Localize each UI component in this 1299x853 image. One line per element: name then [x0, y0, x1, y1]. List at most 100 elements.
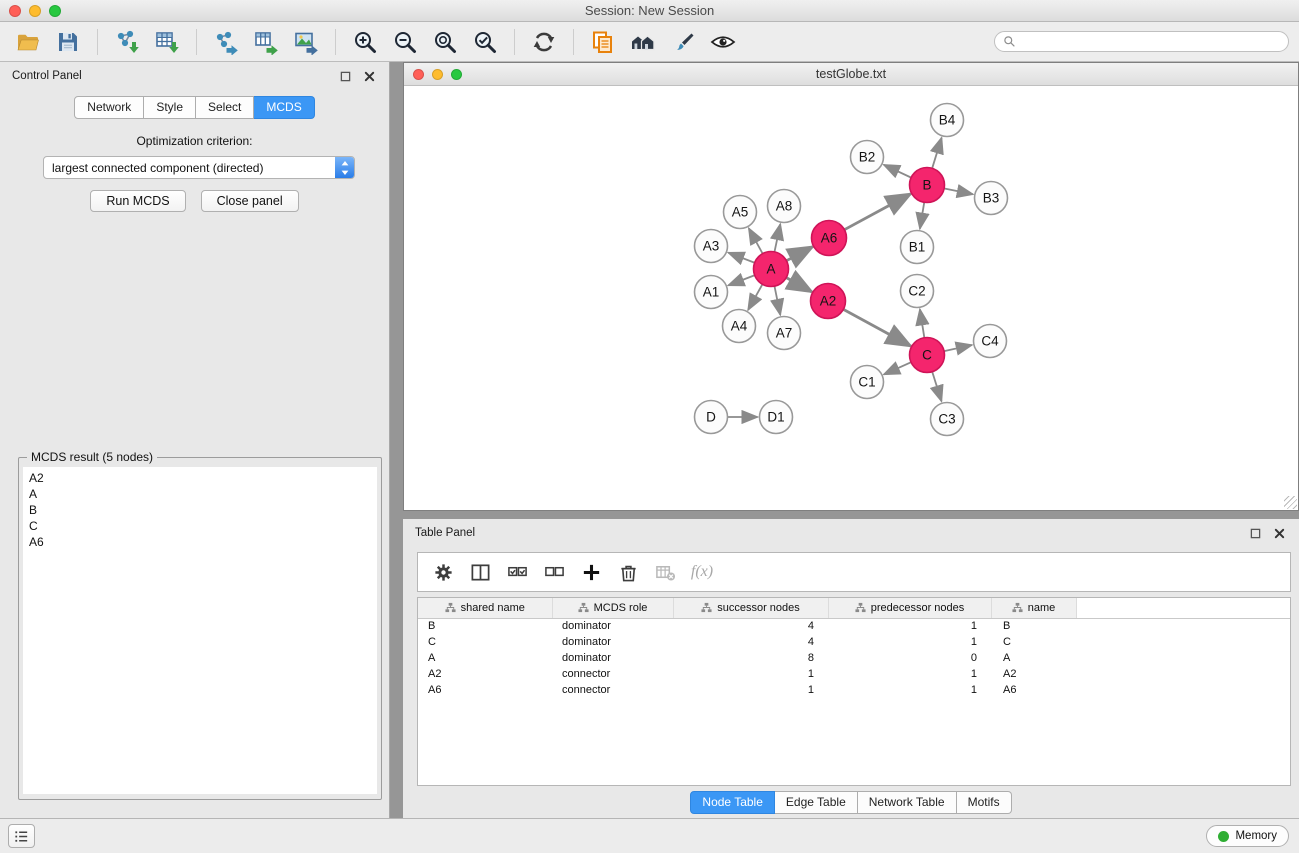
graph-node-A7[interactable]: A7: [768, 317, 801, 350]
graph-node-C[interactable]: C: [910, 338, 945, 373]
graph-node-A6[interactable]: A6: [812, 221, 847, 256]
column-header-predecessor-nodes[interactable]: predecessor nodes: [828, 598, 991, 618]
graph-edge-B-B4[interactable]: [932, 138, 942, 170]
network-canvas[interactable]: B4 B2 B B3 A5 A8 A6 A3 B1 A A1 C2 A2 A4 A7 C4 C C1 C3 D D1: [404, 86, 1298, 510]
graph-node-A3[interactable]: A3: [695, 230, 728, 263]
import-network-button[interactable]: [107, 24, 147, 60]
add-row-button[interactable]: [576, 557, 606, 587]
run-mcds-button[interactable]: Run MCDS: [90, 190, 185, 212]
graph-node-C4[interactable]: C4: [974, 325, 1007, 358]
search-box[interactable]: [994, 31, 1289, 52]
mcds-result-item[interactable]: A6: [29, 534, 371, 550]
eye-button[interactable]: [703, 24, 743, 60]
graph-edge-C-C1[interactable]: [884, 362, 912, 375]
table-row[interactable]: Cdominator41C: [418, 634, 1290, 650]
tab-mcds[interactable]: MCDS: [254, 96, 314, 119]
graph-node-B1[interactable]: B1: [901, 231, 934, 264]
graph-node-A2[interactable]: A2: [811, 284, 846, 319]
close-panel-x-button[interactable]: [361, 68, 377, 84]
graph-node-A8[interactable]: A8: [768, 190, 801, 223]
tab-node-table[interactable]: Node Table: [690, 791, 775, 814]
node-table-container: shared nameMCDS rolesuccessor nodesprede…: [417, 597, 1291, 786]
graph-node-C2[interactable]: C2: [901, 275, 934, 308]
graph-node-B4[interactable]: B4: [931, 104, 964, 137]
zoom-out-button[interactable]: [385, 24, 425, 60]
mcds-result-item[interactable]: A: [29, 486, 371, 502]
graph-node-D1[interactable]: D1: [760, 401, 793, 434]
graph-edge-A2-C[interactable]: [843, 309, 911, 346]
graph-node-B[interactable]: B: [910, 168, 945, 203]
network-view[interactable]: B4 B2 B B3 A5 A8 A6 A3 B1 A A1 C2 A2 A4 A7 C4 C C1 C3 D D1: [404, 86, 1298, 510]
graph-edge-A-A8[interactable]: [774, 224, 780, 253]
graph-node-A[interactable]: A: [754, 252, 789, 287]
graph-node-A5[interactable]: A5: [724, 196, 757, 229]
table-row[interactable]: A2connector11A2: [418, 666, 1290, 682]
graph-node-D[interactable]: D: [695, 401, 728, 434]
tab-motifs[interactable]: Motifs: [957, 791, 1012, 814]
open-session-button[interactable]: [8, 24, 48, 60]
graph-node-B3[interactable]: B3: [975, 182, 1008, 215]
float-table-panel-button[interactable]: [1247, 525, 1263, 541]
graph-edge-C-C2[interactable]: [920, 309, 925, 338]
clear-selection-button[interactable]: [539, 557, 569, 587]
graph-node-A1[interactable]: A1: [695, 276, 728, 309]
close-panel-icon: [364, 71, 375, 82]
tab-select[interactable]: Select: [196, 96, 254, 119]
export-network-button[interactable]: [206, 24, 246, 60]
import-table-button[interactable]: [147, 24, 187, 60]
zoom-in-button[interactable]: [345, 24, 385, 60]
zoom-selected-button[interactable]: [465, 24, 505, 60]
graph-node-C3[interactable]: C3: [931, 403, 964, 436]
home-button[interactable]: [623, 24, 663, 60]
graph-node-B2[interactable]: B2: [851, 141, 884, 174]
style-brush-button[interactable]: [663, 24, 703, 60]
column-header-name[interactable]: name: [991, 598, 1076, 618]
delete-row-button[interactable]: [613, 557, 643, 587]
zoom-fit-button[interactable]: [425, 24, 465, 60]
tab-edge-table[interactable]: Edge Table: [775, 791, 858, 814]
graph-edge-A-A7[interactable]: [774, 285, 780, 315]
mcds-result-item[interactable]: A2: [29, 470, 371, 486]
column-header-successor-nodes[interactable]: successor nodes: [673, 598, 828, 618]
mcds-result-item[interactable]: B: [29, 502, 371, 518]
table-settings-button[interactable]: [428, 557, 458, 587]
criterion-dropdown[interactable]: largest connected component (directed): [43, 156, 355, 179]
tab-network[interactable]: Network: [74, 96, 144, 119]
task-history-button[interactable]: [8, 824, 35, 848]
show-columns-button[interactable]: [465, 557, 495, 587]
graph-edge-A-A1[interactable]: [728, 275, 755, 286]
search-input[interactable]: [1021, 35, 1280, 49]
tab-network-table[interactable]: Network Table: [858, 791, 957, 814]
table-row[interactable]: Bdominator41B: [418, 618, 1290, 634]
resize-grip[interactable]: [1284, 496, 1297, 509]
graph-edge-A-A4[interactable]: [748, 283, 763, 310]
first-neighbors-button[interactable]: [583, 24, 623, 60]
select-all-button[interactable]: [502, 557, 532, 587]
tab-style[interactable]: Style: [144, 96, 196, 119]
column-header-shared-name[interactable]: shared name: [418, 598, 552, 618]
graph-edge-C-C3[interactable]: [932, 371, 942, 402]
float-panel-button[interactable]: [337, 68, 353, 84]
export-table-button[interactable]: [246, 24, 286, 60]
mcds-result-item[interactable]: C: [29, 518, 371, 534]
graph-node-C1[interactable]: C1: [851, 366, 884, 399]
graph-edge-A-A2[interactable]: [785, 277, 812, 292]
graph-edge-B-B2[interactable]: [884, 165, 912, 178]
close-table-panel-button[interactable]: [1271, 525, 1287, 541]
apply-layout-button[interactable]: [524, 24, 564, 60]
table-row[interactable]: A6connector11A6: [418, 682, 1290, 698]
memory-button[interactable]: Memory: [1206, 825, 1289, 847]
graph-edge-B-B3[interactable]: [943, 188, 973, 194]
graph-node-A4[interactable]: A4: [723, 310, 756, 343]
graph-edge-B-B1[interactable]: [920, 201, 925, 228]
column-header-mcds-role[interactable]: MCDS role: [552, 598, 673, 618]
graph-edge-A-A6[interactable]: [786, 247, 813, 262]
save-session-button[interactable]: [48, 24, 88, 60]
graph-edge-C-C4[interactable]: [943, 345, 972, 351]
graph-edge-A6-B[interactable]: [844, 194, 911, 230]
close-panel-button[interactable]: Close panel: [201, 190, 299, 212]
graph-edge-A-A5[interactable]: [749, 228, 763, 254]
export-image-button[interactable]: [286, 24, 326, 60]
table-row[interactable]: Adominator80A: [418, 650, 1290, 666]
graph-edge-A-A3[interactable]: [728, 253, 755, 264]
